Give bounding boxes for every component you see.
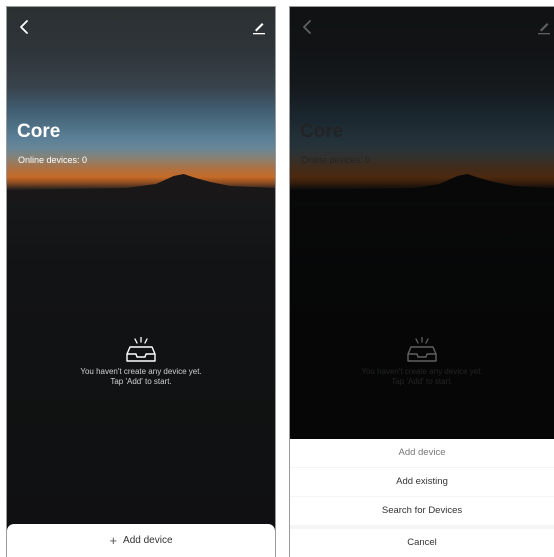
add-existing-option[interactable]: Add existing (290, 468, 554, 496)
device-list-screen-with-sheet: Core Online devices: 0 You haven't creat… (289, 6, 554, 557)
page-title: Core (17, 121, 61, 142)
empty-inbox-icon (126, 337, 156, 362)
back-arrow-icon[interactable] (17, 19, 31, 35)
cancel-button[interactable]: Cancel (290, 529, 554, 557)
empty-state-message: You haven't create any device yet. Tap '… (7, 367, 275, 387)
empty-state-line1: You haven't create any device yet. (80, 367, 202, 376)
empty-state-line2: Tap 'Add' to start. (110, 377, 172, 386)
search-devices-option[interactable]: Search for Devices (290, 497, 554, 525)
add-device-action-sheet: Add device Add existing Search for Devic… (290, 439, 554, 557)
add-device-label: Add device (123, 535, 173, 546)
device-list-screen: Core Online devices: 0 You haven't creat… (6, 6, 276, 557)
online-devices-count: Online devices: 0 (18, 155, 88, 165)
mountain-silhouette (7, 174, 275, 202)
edit-pencil-icon[interactable] (251, 19, 267, 35)
action-sheet-title: Add device (290, 439, 554, 467)
add-device-button[interactable]: + Add device (7, 524, 275, 557)
plus-icon: + (109, 533, 118, 548)
header-background-image (7, 7, 275, 557)
